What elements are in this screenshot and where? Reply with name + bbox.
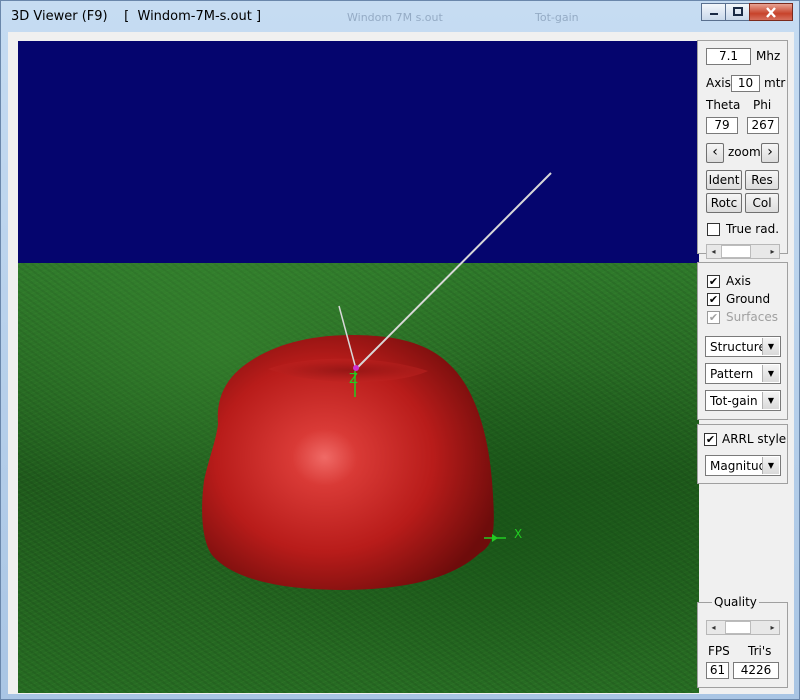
slider-left-arrow-icon[interactable]: ◂ (707, 621, 720, 634)
ground-option-label: Ground (726, 292, 771, 306)
chevron-down-icon[interactable]: ▼ (762, 365, 779, 382)
background-window-text: Tot-gain (535, 11, 579, 24)
axis-length-unit: mtr (764, 76, 786, 90)
fps-value: 61 (706, 662, 729, 679)
chevron-down-icon[interactable]: ▼ (762, 338, 779, 355)
triangles-value: 4226 (733, 662, 779, 679)
theta-field[interactable]: 79 (706, 117, 738, 134)
zoom-label: zoom (728, 145, 761, 159)
display-options-group: ✔ Axis ✔ Ground ✔ Surfaces Structure ▼ P… (697, 262, 788, 420)
pattern-dropdown[interactable]: Pattern ▼ (705, 363, 781, 384)
theta-label: Theta (706, 98, 741, 112)
close-icon[interactable] (749, 3, 793, 21)
ground-checkbox[interactable]: ✔ (707, 293, 720, 306)
fps-label: FPS (708, 644, 730, 658)
phi-field[interactable]: 267 (747, 117, 779, 134)
x-axis-arrow (492, 534, 498, 542)
feed-point (353, 365, 359, 371)
slider-thumb[interactable] (721, 245, 751, 258)
antenna-wire-long (355, 172, 552, 370)
zoom-out-button[interactable]: ‹ (706, 143, 724, 163)
title-bar[interactable]: 3D Viewer (F9) [ Windom-7M-s.out ] Windo… (1, 1, 799, 33)
control-panel: 7.1 Mhz Axis 10 mtr Theta Phi 79 267 ‹ z… (697, 40, 790, 688)
quality-group: Quality ◂ ▸ FPS Tri's 61 4226 (697, 595, 788, 688)
viewer-window: 3D Viewer (F9) [ Windom-7M-s.out ] Windo… (0, 0, 800, 700)
frequency-field[interactable]: 7.1 (706, 48, 751, 65)
axis-length-field[interactable]: 10 (731, 75, 760, 92)
structure-dropdown-value: Structure (710, 340, 764, 354)
arrl-style-group: ✔ ARRL style Magnitude ▼ (697, 424, 788, 484)
slider-right-arrow-icon[interactable]: ▸ (766, 621, 779, 634)
color-button[interactable]: Col (745, 193, 779, 213)
gain-dropdown[interactable]: Tot-gain ▼ (705, 390, 781, 411)
pattern-dropdown-value: Pattern (710, 367, 754, 381)
gain-dropdown-value: Tot-gain (710, 394, 758, 408)
quality-slider[interactable]: ◂ ▸ (706, 620, 780, 635)
view-settings-group: 7.1 Mhz Axis 10 mtr Theta Phi 79 267 ‹ z… (697, 40, 788, 259)
radiation-pattern-scene: Z X (202, 172, 552, 590)
surfaces-checkbox: ✔ (707, 311, 720, 324)
structure-dropdown[interactable]: Structure ▼ (705, 336, 781, 357)
client-area: Z X 7.1 Mhz Axis 10 mtr Theta Phi 79 267… (8, 32, 794, 694)
true-rad-label: True rad. (726, 222, 780, 236)
scale-dropdown[interactable]: Magnitude ▼ (705, 455, 781, 476)
minimize-icon[interactable] (701, 3, 726, 21)
z-axis-label: Z (349, 372, 358, 387)
scale-dropdown-value: Magnitude (710, 459, 764, 473)
rotate-button[interactable]: Rotc (706, 193, 742, 213)
chevron-down-icon[interactable]: ▼ (762, 457, 779, 474)
slider-left-arrow-icon[interactable]: ◂ (707, 245, 720, 258)
axis-option-label: Axis (726, 274, 751, 288)
axis-checkbox[interactable]: ✔ (707, 275, 720, 288)
slider-right-arrow-icon[interactable]: ▸ (766, 245, 779, 258)
phi-label: Phi (753, 98, 772, 112)
frequency-unit: Mhz (756, 49, 781, 63)
slider-thumb[interactable] (725, 621, 751, 634)
reset-button[interactable]: Res (745, 170, 779, 190)
triangles-label: Tri's (748, 644, 772, 658)
arrl-style-checkbox[interactable]: ✔ (704, 433, 717, 446)
surfaces-option-label: Surfaces (726, 310, 778, 324)
window-title: 3D Viewer (F9) [ Windom-7M-s.out ] (11, 9, 262, 24)
background-window-text: Windom 7M s.out (347, 11, 443, 24)
arrl-style-label: ARRL style (722, 432, 787, 446)
true-rad-checkbox[interactable] (707, 223, 720, 236)
rad-slider[interactable]: ◂ ▸ (706, 244, 780, 259)
zoom-in-button[interactable]: › (761, 143, 779, 163)
ident-button[interactable]: Ident (706, 170, 742, 190)
maximize-icon[interactable] (725, 3, 750, 21)
3d-viewport[interactable]: Z X (18, 41, 699, 693)
axis-length-label: Axis (706, 76, 731, 90)
x-axis-label: X (514, 527, 522, 541)
quality-label: Quality (712, 595, 759, 609)
chevron-down-icon[interactable]: ▼ (762, 392, 779, 409)
